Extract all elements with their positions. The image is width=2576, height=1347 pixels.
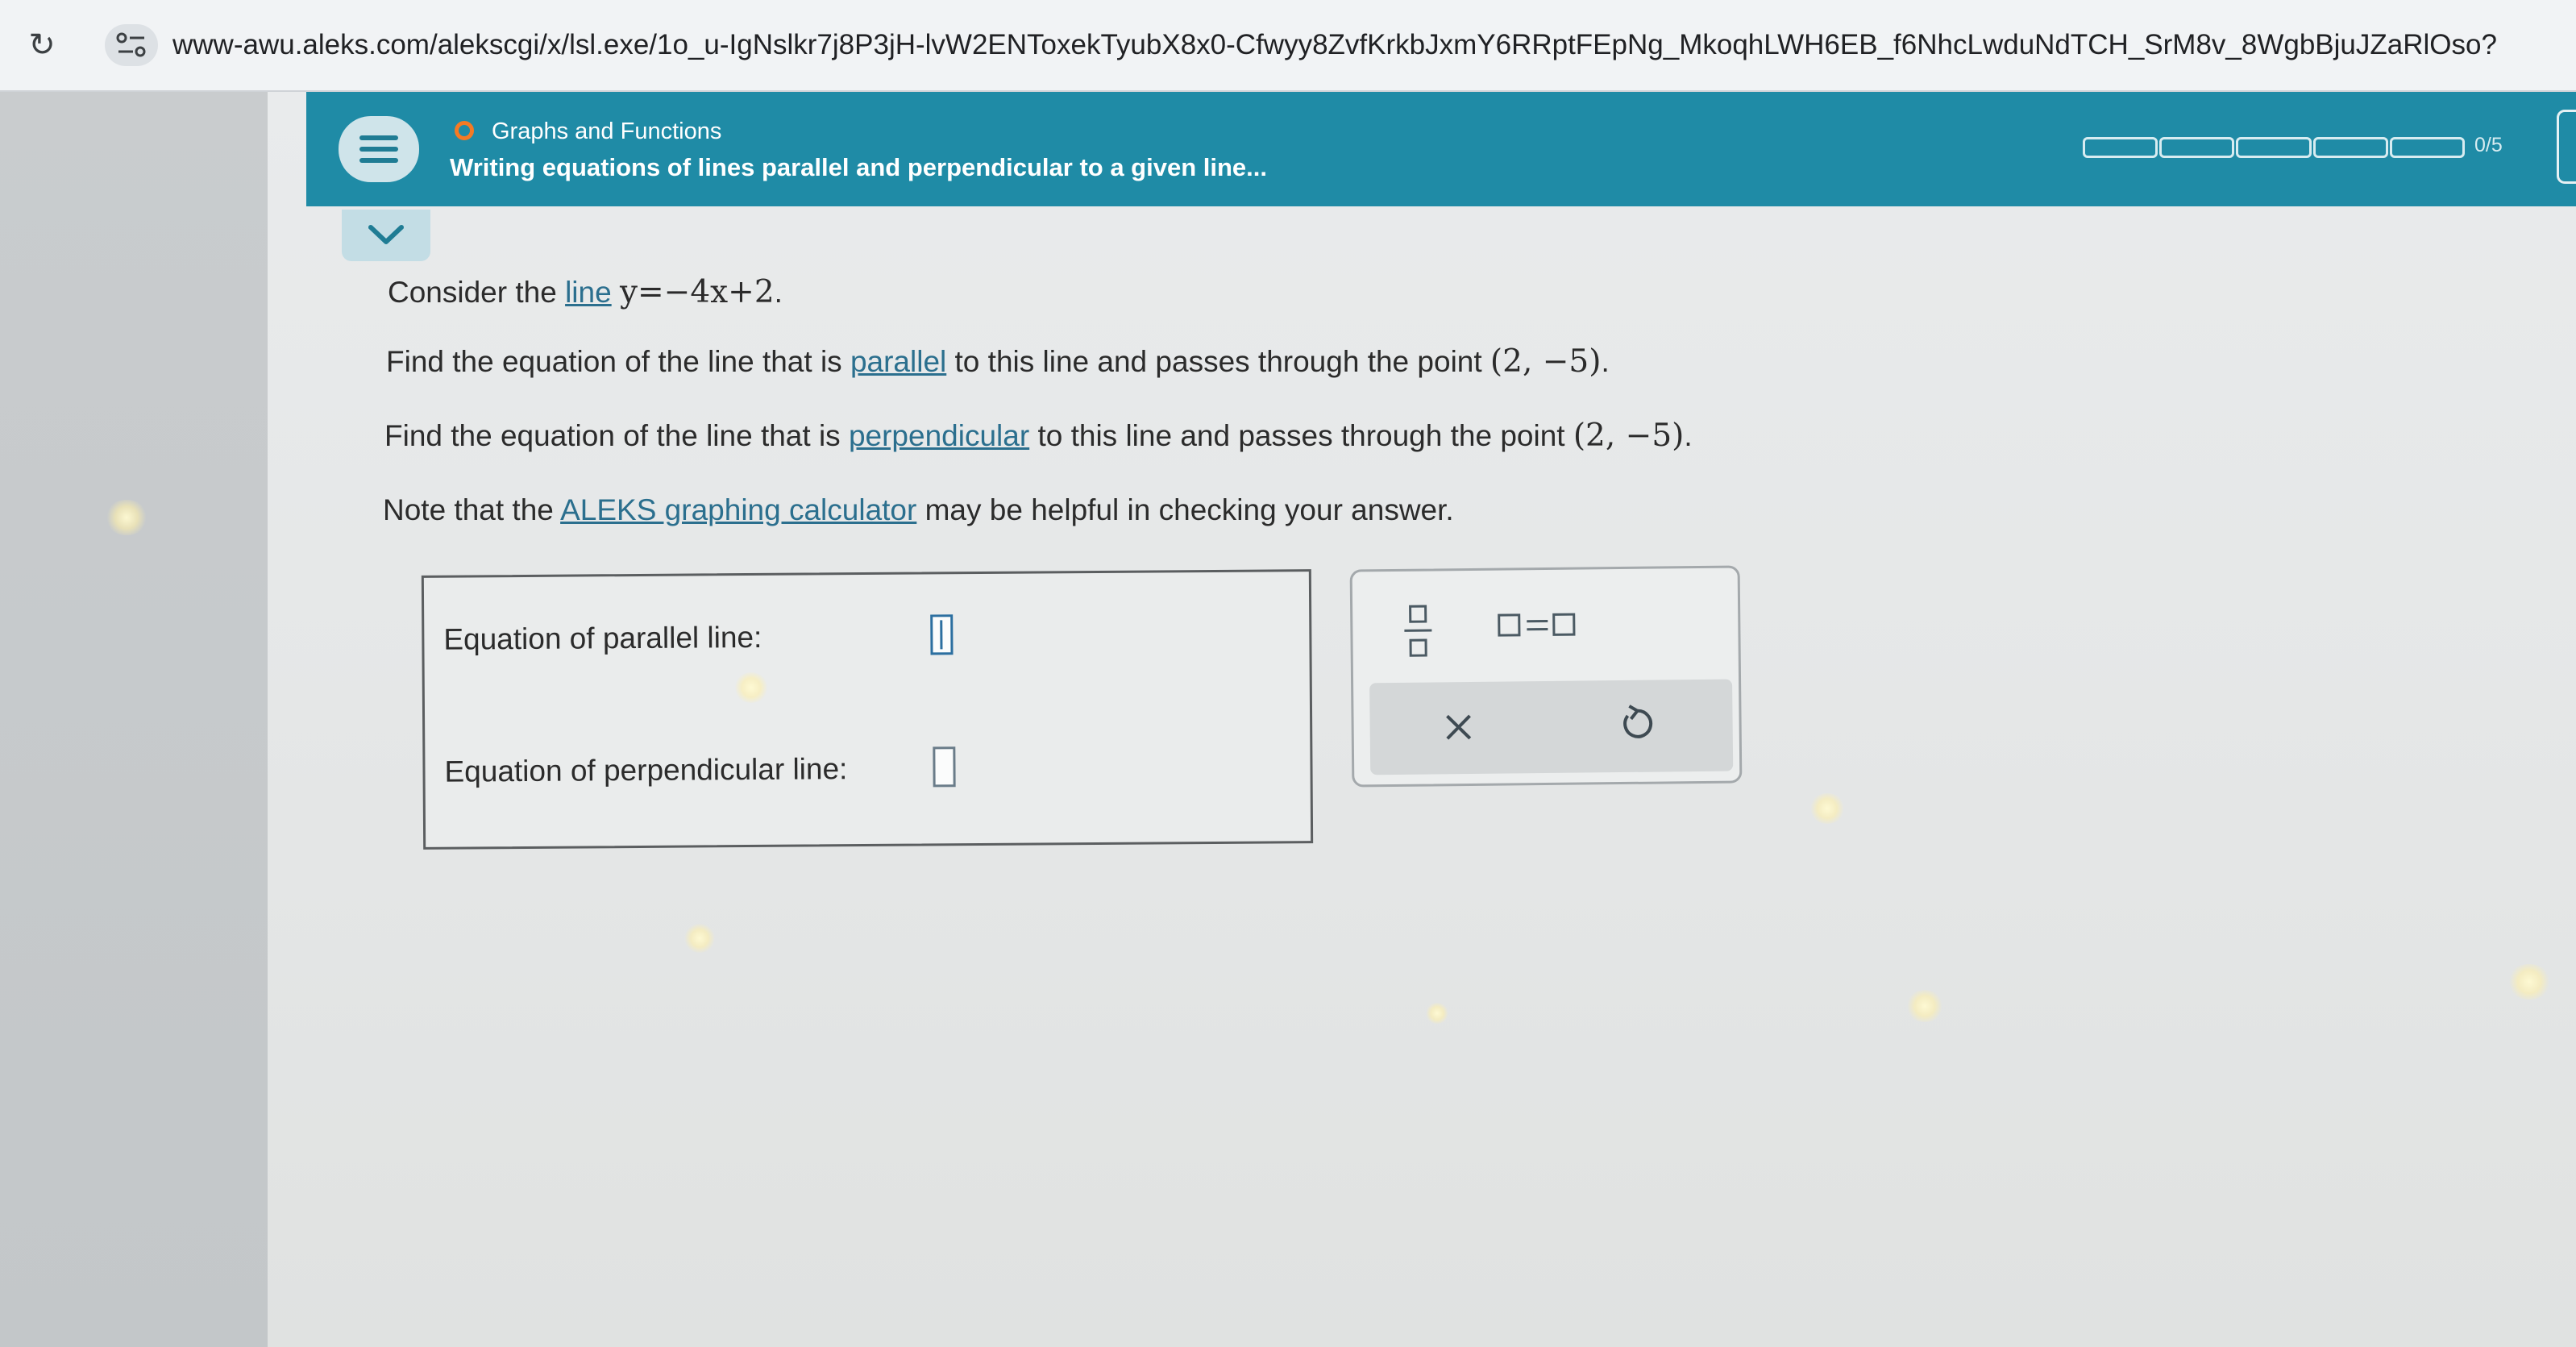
screen-glare [1809, 793, 1846, 824]
topic-title: Graphs and Functions [492, 118, 722, 144]
equals-sign [1527, 627, 1548, 631]
question-text: may be helpful in checking your answer. [916, 493, 1454, 526]
question-line-2: Find the equation of the line that is pa… [386, 342, 1610, 382]
fraction-icon [1409, 605, 1427, 623]
question-text: Note that the [383, 493, 561, 526]
equation-icon [1498, 613, 1521, 637]
browser-address-bar: ↻ www-awu.aleks.com/alekscgi/x/lsl.exe/1… [0, 0, 2576, 92]
given-equation: y=−4x+2 [619, 274, 775, 310]
menu-button[interactable] [339, 116, 419, 182]
question-text: Find the equation of the line that is [384, 419, 849, 452]
question-line-3: Find the equation of the line that is pe… [384, 416, 1693, 456]
screen-glare [1425, 1003, 1449, 1024]
progress-count: 0/5 [2474, 134, 2503, 156]
progress-segment [2159, 137, 2235, 158]
question-text: . [774, 276, 783, 309]
page-left-margin [0, 92, 268, 1347]
reload-icon[interactable]: ↻ [24, 27, 60, 63]
question-line-4: Note that the ALEKS graphing calculator … [383, 490, 1454, 530]
screen-glare [105, 500, 148, 535]
question-line-1: Consider the line y=−4x+2. [388, 272, 783, 313]
screen-glare [683, 924, 716, 953]
screen-glare [1905, 990, 1944, 1022]
progress-segment [2083, 137, 2158, 158]
math-keypad [1349, 565, 1743, 788]
progress-segment [2389, 137, 2466, 158]
progress-bar [2083, 137, 2466, 158]
graphing-calculator-link[interactable]: ALEKS graphing calculator [560, 493, 916, 526]
question-text: Consider the [388, 276, 566, 309]
parallel-line-label: Equation of parallel line: [443, 620, 762, 656]
site-settings-icon[interactable] [105, 24, 158, 66]
side-panel-button[interactable] [2557, 110, 2576, 184]
lesson-title: Writing equations of lines parallel and … [450, 153, 1267, 181]
given-point: (2, −5) [1573, 418, 1685, 454]
fraction-denominator-box [1409, 638, 1427, 657]
progress-segment [2236, 137, 2312, 158]
fraction-key[interactable] [1402, 601, 1435, 661]
keypad-action-bar [1369, 679, 1734, 775]
url-text[interactable]: www-awu.aleks.com/alekscgi/x/lsl.exe/1o_… [172, 24, 2566, 66]
parallel-link[interactable]: parallel [850, 345, 946, 378]
clear-button[interactable] [1434, 703, 1483, 752]
given-point: (2, −5) [1490, 343, 1602, 380]
question-text: . [1601, 345, 1610, 378]
collapse-header-button[interactable] [342, 210, 430, 261]
question-text: . [1684, 419, 1693, 452]
question-text: to this line and passes through the poin… [1029, 419, 1573, 452]
fraction-bar [1404, 629, 1432, 632]
equals-sign [1527, 619, 1548, 623]
equation-key[interactable] [1498, 608, 1586, 641]
perpendicular-link[interactable]: perpendicular [849, 419, 1029, 452]
close-icon [1446, 714, 1472, 740]
undo-button[interactable] [1611, 700, 1660, 749]
perpendicular-line-label: Equation of perpendicular line: [444, 752, 848, 788]
chevron-down-icon [368, 225, 404, 244]
perpendicular-line-input[interactable] [933, 746, 956, 788]
screen-glare [2507, 964, 2552, 1000]
question-text: Find the equation of the line that is [386, 345, 850, 378]
menu-icon [359, 135, 398, 140]
parallel-line-input[interactable] [930, 614, 954, 655]
equation-box [1552, 613, 1576, 636]
line-link[interactable]: line [565, 276, 612, 309]
undo-icon [1623, 705, 1653, 738]
question-text: to this line and passes through the poin… [946, 345, 1490, 378]
progress-segment [2312, 137, 2388, 158]
menu-icon-line [359, 147, 398, 152]
topic-status-icon [455, 121, 474, 140]
menu-icon-line [359, 158, 398, 163]
screen-glare [733, 672, 769, 703]
answer-panel: Equation of parallel line: Equation of p… [421, 569, 1314, 850]
